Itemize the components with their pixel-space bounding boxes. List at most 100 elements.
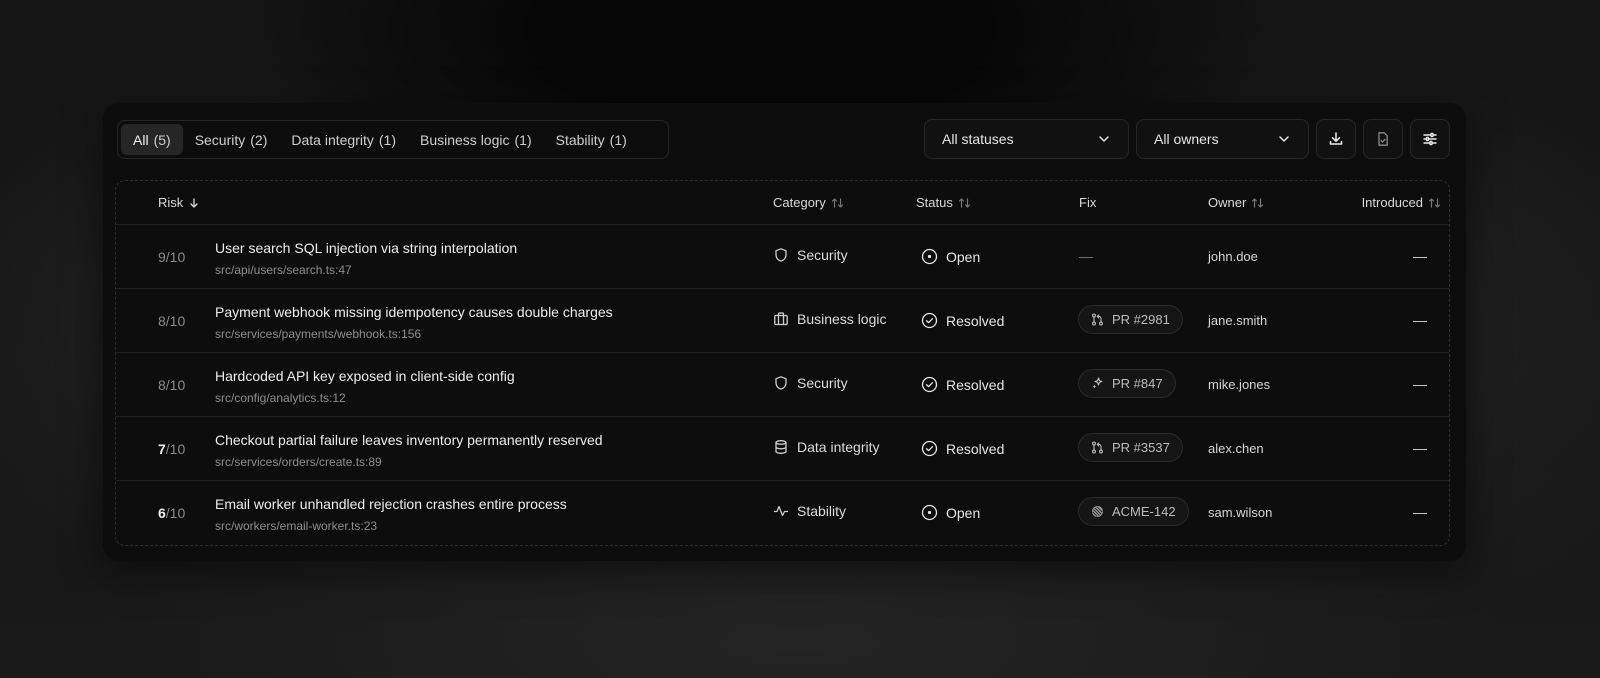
introduced-value: — xyxy=(1413,312,1427,328)
owner-name: sam.wilson xyxy=(1208,505,1273,520)
circle-check-icon xyxy=(921,376,938,393)
tab-security[interactable]: Security (2) xyxy=(183,124,280,155)
introduced-value: — xyxy=(1413,248,1427,264)
status-label: Open xyxy=(946,504,981,521)
owner-name: jane.smith xyxy=(1208,313,1268,328)
sort-icon xyxy=(958,197,971,209)
finding-title: Payment webhook missing idempotency caus… xyxy=(215,304,613,320)
finding-title: Checkout partial failure leaves inventor… xyxy=(215,432,603,448)
fix-cell: PR #3537 xyxy=(1078,433,1183,462)
fix-cell: PR #2981 xyxy=(1078,305,1183,334)
sparkle-icon xyxy=(1091,377,1104,390)
category-tabs: All (5) Security (2) Data integrity (1) … xyxy=(117,120,669,159)
fix-link[interactable]: PR #847 xyxy=(1078,369,1176,398)
tab-all[interactable]: All (5) xyxy=(121,124,183,155)
risk-max: /10 xyxy=(165,249,186,265)
owner-name: alex.chen xyxy=(1208,441,1264,456)
category-cell: Data integrity xyxy=(773,439,879,455)
status-cell: Open xyxy=(921,504,980,521)
column-status[interactable]: Status xyxy=(916,195,971,210)
tab-business-logic[interactable]: Business logic (1) xyxy=(408,124,544,155)
status-filter-select[interactable]: All statuses xyxy=(924,119,1129,159)
sort-icon xyxy=(1251,197,1264,209)
introduced-value: — xyxy=(1413,504,1427,520)
download-button[interactable] xyxy=(1316,119,1356,159)
risk-max: /10 xyxy=(165,441,186,457)
risk-score: 8/10 xyxy=(158,313,185,329)
table-settings-button[interactable] xyxy=(1410,119,1450,159)
findings-table: Risk Category Status Fix Owner Introduce… xyxy=(115,180,1450,546)
column-label: Fix xyxy=(1079,195,1097,210)
owner-name: mike.jones xyxy=(1208,377,1271,392)
export-report-button[interactable] xyxy=(1363,119,1403,159)
fix-label: PR #847 xyxy=(1112,376,1163,391)
file-check-icon xyxy=(1375,131,1391,147)
fix-link[interactable]: ACME-142 xyxy=(1078,497,1189,526)
category-cell: Security xyxy=(773,247,848,263)
risk-value: 7 xyxy=(158,441,166,457)
risk-value: 9 xyxy=(158,249,166,265)
risk-score: 9/10 xyxy=(158,249,185,265)
owner-filter-select[interactable]: All owners xyxy=(1136,119,1309,159)
finding-path: src/workers/email-worker.ts:23 xyxy=(215,519,378,533)
status-label: Open xyxy=(946,248,981,265)
table-row[interactable]: 8/10 Hardcoded API key exposed in client… xyxy=(116,353,1449,417)
column-label: Risk xyxy=(158,195,184,210)
finding-path: src/services/payments/webhook.ts:156 xyxy=(215,327,422,341)
findings-panel: All (5) Security (2) Data integrity (1) … xyxy=(103,103,1466,561)
status-filter-value: All statuses xyxy=(942,131,1014,147)
table-row[interactable]: 8/10 Payment webhook missing idempotency… xyxy=(116,289,1449,353)
finding-title: Hardcoded API key exposed in client-side… xyxy=(215,368,515,384)
tab-count: (1) xyxy=(514,131,532,148)
risk-value: 8 xyxy=(158,377,166,393)
briefcase-icon xyxy=(773,311,789,327)
tab-label: Stability xyxy=(555,131,605,148)
circle-dot-icon xyxy=(921,504,938,521)
table-row[interactable]: 7/10 Checkout partial failure leaves inv… xyxy=(116,417,1449,481)
table-row[interactable]: 6/10 Email worker unhandled rejection cr… xyxy=(116,481,1449,545)
status-label: Resolved xyxy=(946,440,1005,457)
category-label: Security xyxy=(797,247,848,263)
chevron-down-icon xyxy=(1277,132,1291,146)
tab-count: (1) xyxy=(609,131,627,148)
sliders-icon xyxy=(1422,131,1438,147)
tab-count: (1) xyxy=(378,131,396,148)
owner-filter-value: All owners xyxy=(1154,131,1219,147)
circle-check-icon xyxy=(921,312,938,329)
category-label: Stability xyxy=(797,503,847,519)
chevron-down-icon xyxy=(1097,132,1111,146)
introduced-value: — xyxy=(1413,376,1427,392)
risk-value: 6 xyxy=(158,505,166,521)
category-cell: Security xyxy=(773,375,848,391)
git-pull-request-icon xyxy=(1091,441,1104,454)
fix-label: PR #3537 xyxy=(1112,440,1170,455)
column-label: Introduced xyxy=(1361,195,1423,210)
tab-data-integrity[interactable]: Data integrity (1) xyxy=(279,124,408,155)
column-category[interactable]: Category xyxy=(773,195,844,210)
table-row[interactable]: 9/10 User search SQL injection via strin… xyxy=(116,225,1449,289)
fix-link[interactable]: PR #2981 xyxy=(1078,305,1183,334)
column-risk[interactable]: Risk xyxy=(158,195,200,210)
git-pull-request-icon xyxy=(1091,313,1104,326)
fix-label: ACME-142 xyxy=(1112,504,1176,519)
finding-title: Email worker unhandled rejection crashes… xyxy=(215,496,567,512)
risk-score: 8/10 xyxy=(158,377,185,393)
risk-max: /10 xyxy=(165,505,186,521)
owner-name: john.doe xyxy=(1208,249,1258,264)
tab-label: Security xyxy=(194,131,246,148)
category-cell: Business logic xyxy=(773,311,887,327)
column-label: Category xyxy=(773,195,826,210)
fix-link[interactable]: PR #3537 xyxy=(1078,433,1183,462)
tab-count: (2) xyxy=(250,131,268,148)
activity-icon xyxy=(773,503,789,519)
column-fix: Fix xyxy=(1079,195,1096,210)
tab-label: All xyxy=(133,131,149,148)
column-owner[interactable]: Owner xyxy=(1208,195,1264,210)
finding-path: src/api/users/search.ts:47 xyxy=(215,263,352,277)
risk-score: 7/10 xyxy=(158,441,185,457)
fix-empty: — xyxy=(1079,248,1093,264)
tab-stability[interactable]: Stability (1) xyxy=(544,124,639,155)
linear-icon xyxy=(1091,505,1104,518)
finding-title: User search SQL injection via string int… xyxy=(215,240,518,256)
column-introduced[interactable]: Introduced xyxy=(1362,195,1441,210)
